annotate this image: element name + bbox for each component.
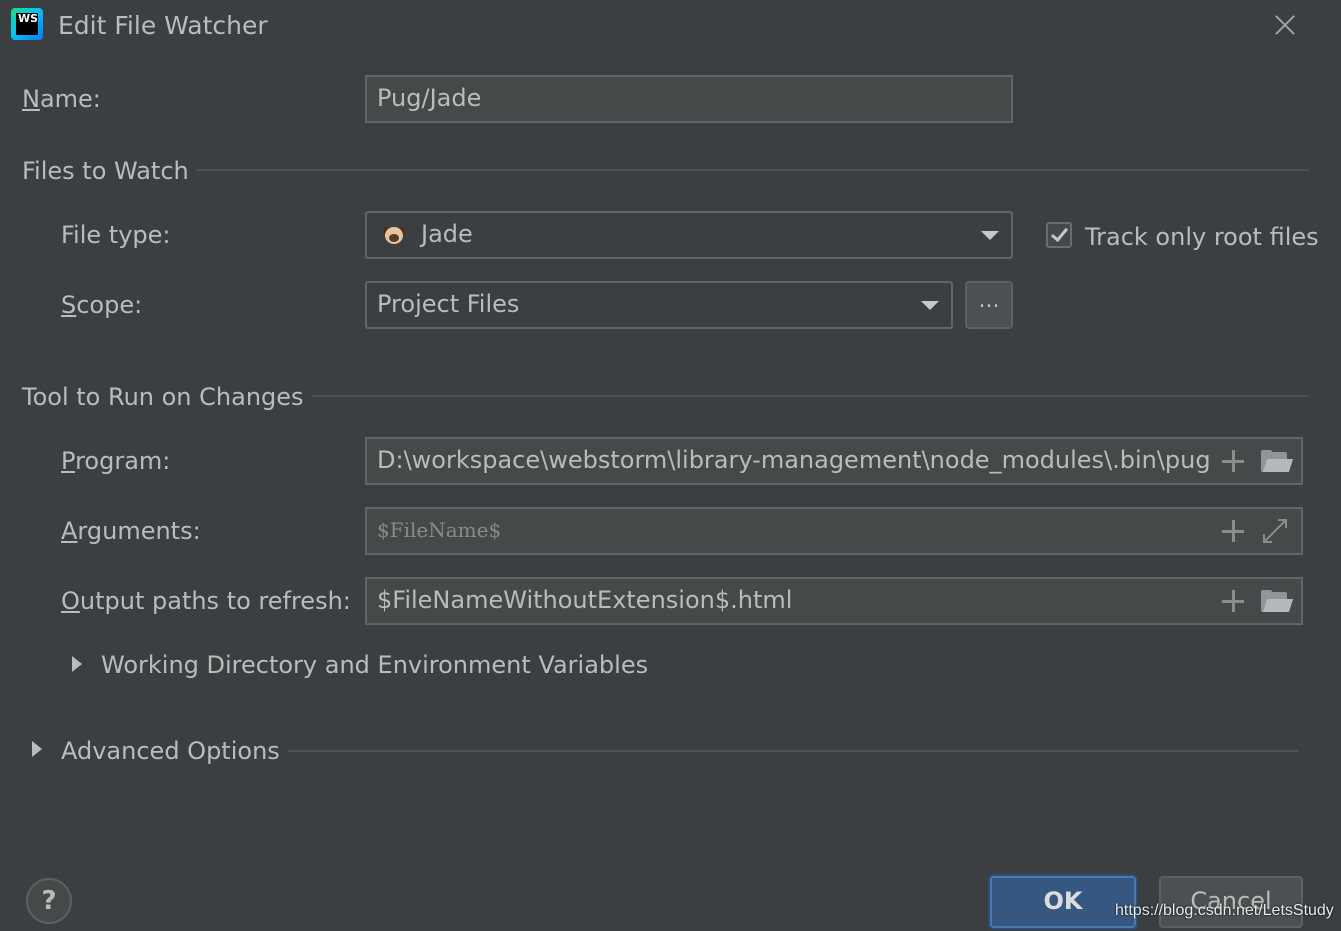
- help-button[interactable]: ?: [26, 878, 72, 924]
- files-to-watch-separator: [196, 169, 1309, 171]
- program-input[interactable]: D:\workspace\webstorm\library-management…: [365, 437, 1303, 485]
- watermark: https://blog.csdn.net/LetsStudy: [1115, 902, 1334, 919]
- folder-icon[interactable]: [1261, 450, 1294, 472]
- scope-value: Project Files: [377, 290, 520, 318]
- arguments-label: Arguments:: [61, 517, 201, 545]
- pug-icon: [383, 225, 405, 245]
- files-to-watch-title: Files to Watch: [22, 157, 189, 185]
- insert-macro-icon[interactable]: [1222, 590, 1244, 612]
- arguments-value: $FileName$: [377, 518, 502, 542]
- output-paths-label: Output paths to refresh:: [61, 587, 351, 615]
- chevron-down-icon: [981, 231, 999, 240]
- file-type-dropdown[interactable]: Jade: [365, 211, 1013, 259]
- scope-browse-button[interactable]: ...: [965, 281, 1013, 329]
- advanced-options-toggle[interactable]: Advanced Options: [61, 736, 280, 766]
- expand-arrow-icon[interactable]: [72, 656, 82, 672]
- working-directory-toggle[interactable]: Working Directory and Environment Variab…: [101, 650, 648, 680]
- track-root-label[interactable]: Track only root files: [1085, 222, 1319, 252]
- chevron-down-icon: [921, 301, 939, 310]
- scope-label: Scope:: [61, 291, 143, 319]
- output-paths-input[interactable]: $FileNameWithoutExtension$.html: [365, 577, 1303, 625]
- dialog-title: Edit File Watcher: [58, 11, 268, 40]
- output-paths-value: $FileNameWithoutExtension$.html: [377, 586, 793, 614]
- track-root-checkbox[interactable]: [1046, 222, 1072, 248]
- expand-icon[interactable]: [1263, 519, 1287, 543]
- name-input[interactable]: Pug/Jade: [365, 75, 1013, 123]
- arguments-input[interactable]: $FileName$: [365, 507, 1303, 555]
- checkmark-icon: [1050, 223, 1069, 243]
- webstorm-icon: WS: [11, 8, 43, 40]
- program-value: D:\workspace\webstorm\library-management…: [377, 446, 1211, 474]
- tool-to-run-separator: [312, 395, 1309, 397]
- program-label: Program:: [61, 447, 171, 475]
- folder-icon[interactable]: [1261, 590, 1294, 612]
- close-icon[interactable]: [1270, 10, 1300, 40]
- advanced-options-separator: [288, 750, 1299, 752]
- name-label: Name:: [22, 85, 101, 113]
- insert-macro-icon[interactable]: [1222, 520, 1244, 542]
- scope-dropdown[interactable]: Project Files: [365, 281, 953, 329]
- webstorm-icon-letters: WS: [16, 13, 38, 35]
- insert-macro-icon[interactable]: [1222, 450, 1244, 472]
- tool-to-run-title: Tool to Run on Changes: [22, 383, 304, 411]
- expand-arrow-icon[interactable]: [32, 741, 42, 757]
- file-type-label: File type:: [61, 221, 171, 249]
